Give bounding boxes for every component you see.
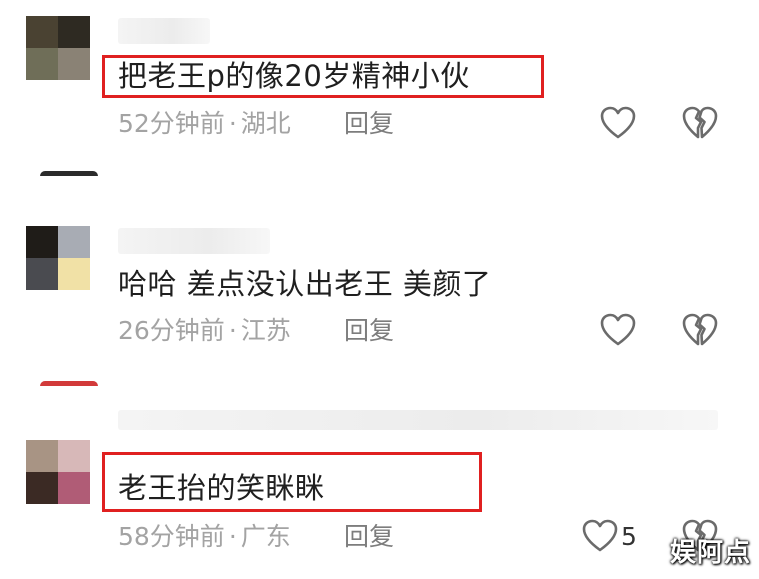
avatar-tile bbox=[26, 472, 58, 504]
like-count: 5 bbox=[621, 522, 637, 551]
watermark: 娱阿点 bbox=[669, 538, 751, 568]
comment-meta: 58分钟前 · 广东 bbox=[118, 521, 291, 553]
comment-location: 广东 bbox=[240, 522, 291, 551]
avatar-tile bbox=[26, 440, 58, 472]
meta-separator: · bbox=[228, 522, 237, 551]
username-blurred[interactable] bbox=[118, 410, 718, 430]
reply-button[interactable]: 回复 bbox=[344, 521, 394, 553]
avatar-tile bbox=[58, 472, 90, 504]
comment-time: 58分钟前 bbox=[118, 522, 225, 551]
heart-outline-icon[interactable] bbox=[582, 519, 618, 553]
avatar[interactable] bbox=[26, 440, 90, 504]
comment-item: 老王抬的笑眯眯 58分钟前 · 广东 回复 5 bbox=[0, 0, 759, 579]
avatar-tile bbox=[58, 440, 90, 472]
comment-text: 老王抬的笑眯眯 bbox=[118, 471, 325, 505]
